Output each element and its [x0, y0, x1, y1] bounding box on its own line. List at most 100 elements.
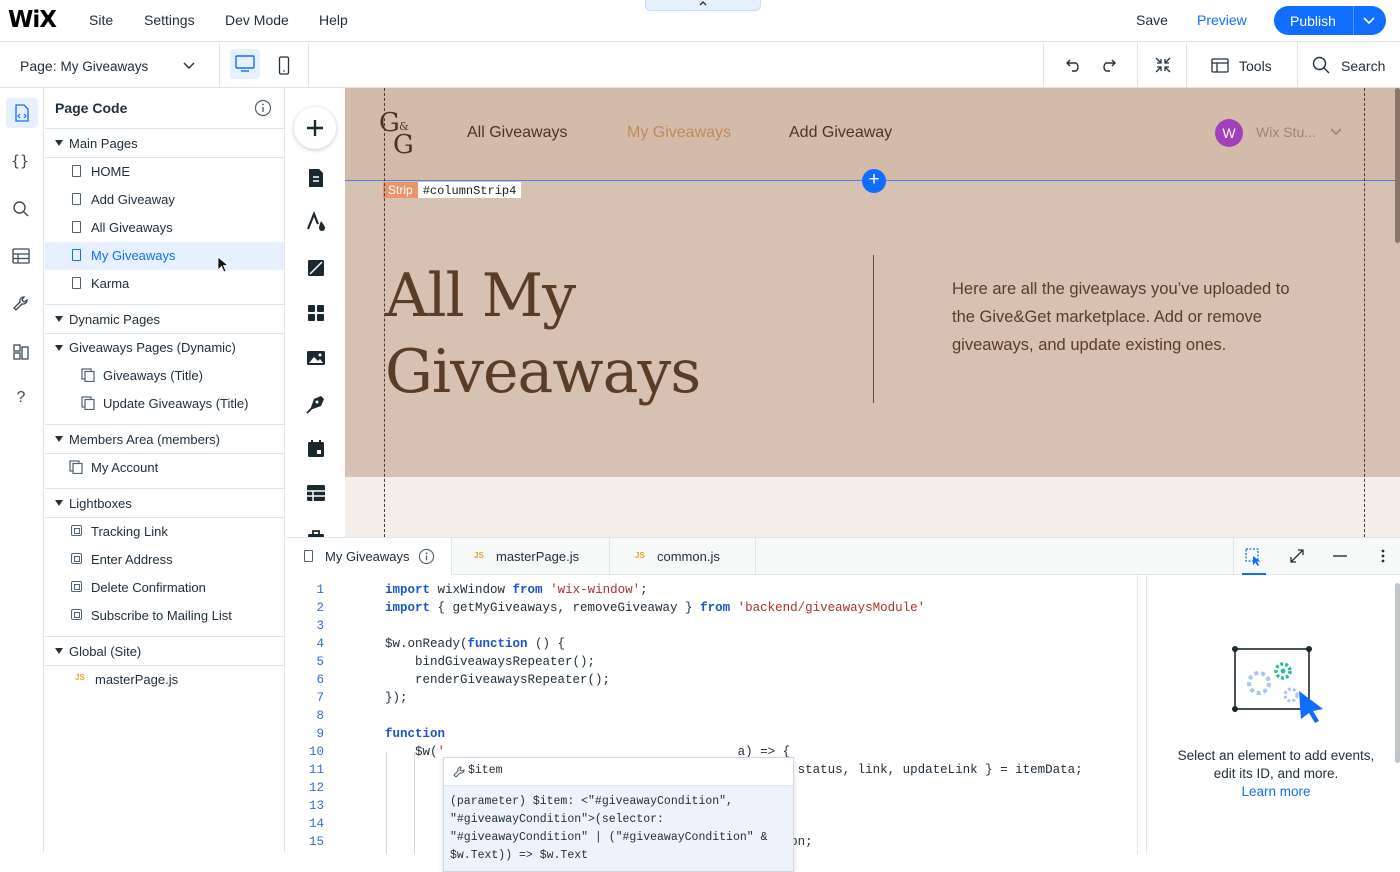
- publish-button[interactable]: Publish: [1274, 6, 1386, 35]
- chevron-down-icon[interactable]: [1329, 126, 1343, 138]
- section-lightboxes[interactable]: Lightboxes: [45, 488, 284, 518]
- lightbox-subscribe[interactable]: Subscribe to Mailing List: [45, 602, 284, 630]
- page-item-my-giveaways[interactable]: My Giveaways: [45, 242, 284, 273]
- lightbox-label: Enter Address: [91, 552, 173, 567]
- database-icon[interactable]: [11, 246, 31, 266]
- line-number: 8: [316, 709, 324, 723]
- page-selector[interactable]: Page: My Giveaways: [20, 58, 148, 74]
- packages-icon[interactable]: [11, 342, 31, 362]
- account-name[interactable]: Wix Stu...: [1256, 124, 1316, 140]
- line-number: 4: [316, 637, 324, 651]
- add-section-button[interactable]: +: [862, 169, 886, 193]
- add-element-button[interactable]: [294, 107, 336, 149]
- media-icon[interactable]: [305, 347, 327, 369]
- page-item-all-giveaways[interactable]: All Giveaways: [45, 214, 284, 242]
- line-number: 5: [316, 655, 324, 669]
- chevron-down-icon[interactable]: [1362, 10, 1376, 30]
- site-nav-all-giveaways[interactable]: All Giveaways: [467, 124, 567, 142]
- content-manager-icon[interactable]: [305, 482, 327, 504]
- lightbox-enter-address[interactable]: Enter Address: [45, 546, 284, 574]
- page-item-add-giveaway[interactable]: Add Giveaway: [45, 186, 284, 214]
- preview-button[interactable]: Preview: [1197, 12, 1247, 28]
- desktop-view-button[interactable]: [230, 49, 260, 79]
- menu-settings[interactable]: Settings: [144, 12, 195, 28]
- line-number: 2: [316, 601, 324, 615]
- background-icon[interactable]: [305, 257, 327, 279]
- lightbox-delete-confirmation[interactable]: Delete Confirmation: [45, 574, 284, 602]
- page-item-karma[interactable]: Karma: [45, 270, 284, 298]
- code-line-7: });: [385, 691, 408, 705]
- menu-help[interactable]: Help: [319, 12, 348, 28]
- panel-title: Page Code: [55, 100, 128, 116]
- code-tab-bar: My Giveaways JS masterPage.js JS common.…: [286, 538, 1400, 575]
- top-bar: WiX Site Settings Dev Mode Help Save Pre…: [0, 0, 1400, 42]
- tab-label: common.js: [657, 549, 720, 564]
- site-header[interactable]: G & G All Giveaways My Giveaways Add Giv…: [345, 88, 1400, 180]
- zoom-out-icon[interactable]: [1154, 56, 1172, 74]
- undo-icon[interactable]: [1065, 57, 1083, 73]
- tools-icon[interactable]: [1211, 58, 1229, 73]
- bookings-icon[interactable]: [305, 438, 327, 460]
- strip-id: #columnStrip4: [422, 184, 517, 198]
- redo-icon[interactable]: [1099, 57, 1117, 73]
- page-code-rail-button[interactable]: [6, 98, 38, 128]
- menu-site[interactable]: Site: [89, 12, 113, 28]
- pages-menus-icon[interactable]: [305, 167, 327, 189]
- section-global-site[interactable]: Global (Site): [45, 636, 284, 666]
- hero-description[interactable]: Here are all the giveaways you’ve upload…: [952, 275, 1297, 359]
- page-item-home[interactable]: HOME: [45, 158, 284, 186]
- section-members-area[interactable]: Members Area (members): [45, 424, 284, 454]
- collapse-triangle-icon: [55, 345, 63, 351]
- more-options-icon[interactable]: [1374, 547, 1392, 565]
- info-icon[interactable]: [254, 99, 272, 117]
- hero-title[interactable]: All My Giveaways: [385, 258, 825, 410]
- chevron-down-icon[interactable]: [182, 58, 196, 72]
- page-item-update-giveaways-title[interactable]: Update Giveaways (Title): [45, 390, 284, 418]
- site-nav-my-giveaways[interactable]: My Giveaways: [627, 124, 731, 142]
- canvas-scrollbar[interactable]: [1395, 88, 1400, 243]
- site-nav-add-giveaway[interactable]: Add Giveaway: [789, 124, 892, 142]
- menu-dev-mode[interactable]: Dev Mode: [225, 12, 289, 28]
- code-braces-icon[interactable]: {}: [11, 152, 31, 172]
- wix-logo[interactable]: WiX: [8, 7, 57, 33]
- search-button[interactable]: Search: [1341, 58, 1385, 74]
- tab-my-giveaways[interactable]: My Giveaways: [286, 538, 452, 575]
- avatar[interactable]: W: [1215, 119, 1243, 147]
- page-item-my-account[interactable]: My Account: [45, 454, 284, 482]
- search-icon[interactable]: [11, 199, 31, 219]
- section-title: Lightboxes: [69, 496, 132, 511]
- search-icon[interactable]: [1312, 56, 1330, 74]
- properties-scrollbar[interactable]: [1395, 583, 1400, 763]
- page-item-giveaways-title[interactable]: Giveaways (Title): [45, 362, 284, 390]
- page-item-label: Giveaways (Title): [103, 368, 203, 383]
- section-dynamic-pages[interactable]: Dynamic Pages: [45, 304, 284, 334]
- apps-icon[interactable]: [305, 302, 327, 324]
- section-title: Dynamic Pages: [69, 312, 161, 327]
- expand-icon[interactable]: [1288, 547, 1306, 565]
- dynamic-group-giveaways[interactable]: Giveaways Pages (Dynamic): [45, 334, 284, 362]
- info-icon[interactable]: [418, 548, 435, 565]
- blog-pen-icon[interactable]: [305, 393, 327, 415]
- code-line-4: $w.onReady(function () {: [385, 637, 566, 651]
- page-item-label: Update Giveaways (Title): [103, 396, 249, 411]
- file-item-masterpage[interactable]: JS masterPage.js: [45, 666, 284, 694]
- code-scrollbar-track[interactable]: [1137, 575, 1138, 854]
- tab-common-js[interactable]: JS common.js: [610, 538, 756, 575]
- learn-more-link[interactable]: Learn more: [1163, 783, 1389, 801]
- section-main-pages[interactable]: Main Pages: [45, 128, 284, 158]
- js-file-icon: JS: [635, 551, 645, 560]
- editor-canvas[interactable]: G & G All Giveaways My Giveaways Add Giv…: [345, 88, 1400, 537]
- wrench-icon[interactable]: [11, 294, 31, 314]
- collapse-toolbar-tab[interactable]: [645, 0, 761, 11]
- help-icon[interactable]: ?: [11, 389, 31, 409]
- lightbox-tracking-link[interactable]: Tracking Link: [45, 518, 284, 546]
- tab-masterpage-js[interactable]: JS masterPage.js: [452, 538, 610, 575]
- save-button[interactable]: Save: [1136, 12, 1168, 28]
- code-panel: My Giveaways JS masterPage.js JS common.…: [286, 537, 1400, 872]
- minimize-icon[interactable]: [1331, 547, 1349, 565]
- mobile-icon[interactable]: [278, 56, 290, 76]
- code-editor[interactable]: 1 2 3 4 5 6 7 8 9 10 11 12 13 14 15 import wixWindow f…: [286, 575, 1146, 872]
- properties-toggle[interactable]: [1242, 538, 1266, 575]
- design-icon[interactable]: [305, 211, 327, 233]
- tools-button[interactable]: Tools: [1239, 58, 1272, 74]
